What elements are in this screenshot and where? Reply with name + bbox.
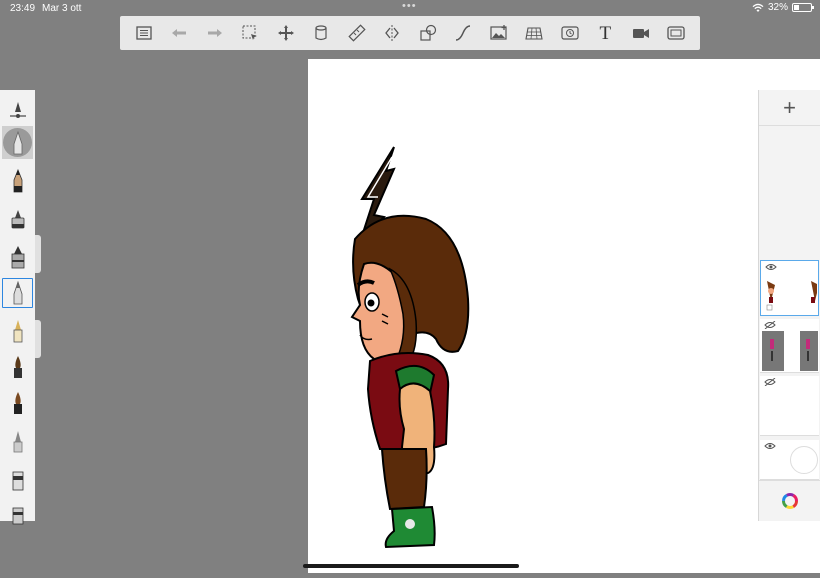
brush-size-control[interactable] [2, 126, 33, 159]
status-right: 32% [752, 2, 814, 13]
panel-handle-bottom[interactable] [35, 320, 41, 358]
status-bar: 23:49 Mar 3 ott ••• 32% [0, 0, 820, 16]
fullscreen-button[interactable] [665, 22, 687, 44]
text-button[interactable]: T [594, 22, 616, 44]
battery-fill [794, 5, 799, 10]
selection-icon [242, 25, 258, 40]
pencil-tip-icon [13, 130, 23, 155]
add-layer-button[interactable]: + [759, 90, 820, 126]
hard-eraser-icon [12, 471, 23, 491]
multitask-dots[interactable]: ••• [402, 0, 417, 12]
curve-button[interactable] [452, 22, 474, 44]
layer-thumbnail [762, 331, 818, 371]
shapes-icon [420, 24, 436, 41]
soft-eraser-button[interactable] [0, 424, 35, 458]
flat-brush-icon [13, 392, 22, 414]
background-layer[interactable] [760, 440, 819, 480]
transform-button[interactable] [275, 22, 297, 44]
marker-icon [13, 280, 22, 305]
image-icon [490, 25, 507, 40]
eye-visible-icon[interactable] [764, 442, 776, 450]
flat-brush-button[interactable] [0, 386, 35, 420]
pencil-icon [13, 168, 22, 193]
battery-percent: 32% [767, 2, 788, 13]
fullscreen-icon [667, 26, 685, 40]
battery-icon [792, 3, 814, 12]
ink-brush-icon [13, 356, 22, 378]
clock-icon [561, 26, 579, 40]
layer-thumbnail [766, 281, 817, 311]
shapes-button[interactable] [417, 22, 439, 44]
redo-arrow-icon [207, 29, 222, 37]
smudge-icon [12, 507, 23, 525]
undo-button[interactable] [168, 22, 190, 44]
background-color-swatch[interactable] [790, 446, 818, 474]
artwork [350, 146, 470, 549]
layer-3[interactable] [760, 376, 819, 436]
layer-2[interactable] [760, 319, 819, 373]
layers-list-button[interactable] [133, 22, 155, 44]
list-icon [136, 26, 152, 40]
opacity-slider-button[interactable] [0, 92, 35, 126]
ruler-icon [348, 24, 366, 42]
record-button[interactable] [630, 22, 652, 44]
import-image-button[interactable] [488, 22, 510, 44]
status-time: 23:49 [10, 3, 36, 14]
fill-button[interactable] [310, 22, 332, 44]
drawing-canvas[interactable] [308, 59, 820, 573]
smudge-button[interactable] [0, 496, 35, 530]
selection-button[interactable] [239, 22, 261, 44]
fill-bucket-icon [315, 25, 327, 41]
move-arrows-icon [277, 25, 294, 41]
brush-panel [0, 90, 41, 525]
marker-button[interactable] [0, 276, 35, 310]
eye-visible-icon[interactable] [765, 263, 777, 271]
perspective-grid-icon [525, 27, 543, 40]
layers-panel: + [758, 90, 820, 521]
airbrush-icon [11, 210, 24, 229]
pencil-button[interactable] [0, 164, 35, 198]
home-indicator[interactable] [303, 564, 519, 568]
panel-handle-top[interactable] [35, 235, 41, 273]
eye-hidden-icon[interactable] [764, 378, 776, 386]
paint-brush-icon [11, 246, 24, 269]
symmetry-icon [385, 25, 400, 41]
layer-1[interactable] [760, 260, 819, 316]
legs [380, 448, 428, 511]
perspective-button[interactable] [523, 22, 545, 44]
soft-eraser-icon [13, 431, 22, 453]
ink-brush-button[interactable] [0, 350, 35, 384]
main-toolbar: T [120, 16, 700, 50]
airbrush-button[interactable] [0, 202, 35, 236]
color-editor-button[interactable] [759, 480, 820, 521]
video-icon [632, 29, 649, 38]
opacity-slider-icon [9, 102, 26, 118]
fountain-pen-icon [13, 320, 22, 343]
curve-icon [456, 25, 471, 41]
color-wheel-icon [781, 493, 798, 509]
fountain-pen-button[interactable] [0, 314, 35, 348]
status-date: Mar 3 ott [42, 3, 82, 14]
symmetry-button[interactable] [381, 22, 403, 44]
wifi-icon [752, 3, 764, 12]
redo-button[interactable] [204, 22, 226, 44]
time-lapse-button[interactable] [559, 22, 581, 44]
undo-arrow-icon [172, 29, 187, 37]
hard-eraser-button[interactable] [0, 462, 35, 496]
paint-brush-button[interactable] [0, 240, 35, 274]
ruler-button[interactable] [346, 22, 368, 44]
text-icon: T [599, 22, 612, 44]
eye-hidden-icon[interactable] [764, 321, 776, 329]
